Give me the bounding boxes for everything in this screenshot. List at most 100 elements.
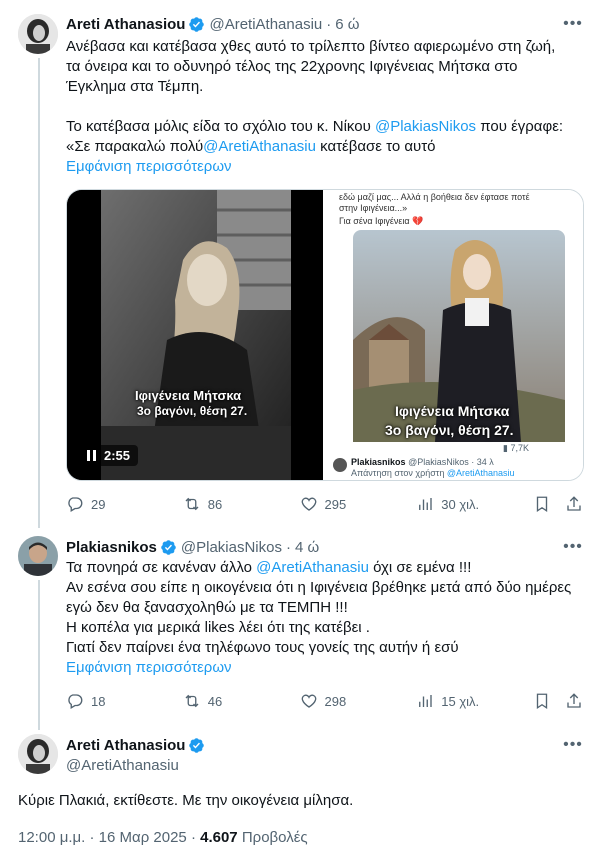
embedded-reply-to: Απάντηση στον χρήστη @AretiAthanasiu (351, 468, 515, 479)
tweet-handle-row: @AretiAthanasiu (66, 755, 179, 775)
text-line: Γιατί δεν παίρνει ένα τηλέφωνο τους γονε… (66, 639, 459, 656)
video-duration[interactable]: 2:55 (79, 445, 139, 466)
pause-icon[interactable] (87, 450, 96, 461)
embedded-views: ▮ 7,7K (503, 443, 529, 454)
share-icon[interactable] (565, 692, 583, 710)
tweet-time[interactable]: 6 ώ (335, 16, 359, 33)
text-line: τα όνειρα και το οδυνηρό τέλος της 22χρο… (66, 58, 518, 75)
more-icon[interactable]: ••• (563, 14, 583, 34)
views-label: Προβολές (241, 829, 308, 846)
text-line: Το κατέβασα μόλις είδα το σχόλιο του κ. … (66, 117, 579, 137)
tweet-header: Areti Athanasiou @AretiAthanasiu · 6 ώ (66, 14, 360, 34)
verified-badge-icon (161, 539, 176, 555)
views-icon (419, 695, 432, 707)
embedded-reply-header: Plakiasnikos @PlakiasNikos · 34 λ (351, 457, 494, 468)
verified-badge-icon (189, 16, 205, 32)
embedded-reply-avatar (333, 458, 347, 472)
like-button[interactable]: 298 (300, 692, 417, 710)
tweet-text: Ανέβασα και κατέβασα χθες αυτό το τρίλεπ… (66, 37, 579, 177)
text-segment: όχι σε εμένα !!! (368, 559, 472, 576)
retweet-button[interactable]: 86 (183, 495, 300, 513)
author-name[interactable]: Plakiasnikos (66, 539, 157, 556)
show-more-link[interactable]: Εμφάνιση περισσότερων (66, 157, 579, 177)
tweet-header: Areti Athanasiou (66, 735, 209, 755)
embedded-views-count: 7,7K (510, 443, 529, 453)
mention-link[interactable]: @PlakiasNikos (375, 118, 476, 135)
retweet-icon (185, 497, 199, 511)
avatar[interactable] (18, 14, 58, 54)
reply-button[interactable]: 18 (66, 692, 183, 710)
video-caption-seat: 3ο βαγόνι, θέση 27. (137, 404, 248, 418)
tweet-actions: 29 86 295 30 χιλ. (66, 493, 583, 515)
retweet-button[interactable]: 46 (183, 692, 300, 710)
bookmark-icon[interactable] (533, 692, 551, 710)
bookmark-icon[interactable] (533, 495, 551, 513)
embedded-reply-name: Plakiasnikos (351, 457, 406, 467)
text-line: Ανέβασα και κατέβασα χθες αυτό το τρίλεπ… (66, 38, 556, 55)
more-icon[interactable]: ••• (563, 537, 583, 557)
verified-badge-icon (189, 737, 205, 753)
more-icon[interactable]: ••• (563, 735, 583, 755)
mention-link[interactable]: @AretiAthanasiu (203, 138, 316, 155)
text-line: Έγκλημα στα Τέμπη. (66, 78, 204, 95)
views-count: 30 χιλ. (441, 496, 480, 512)
show-more-link[interactable]: Εμφάνιση περισσότερων (66, 658, 579, 678)
author-name[interactable]: Areti Athanasiou (66, 16, 185, 33)
video-caption-name: Ιφιγένεια Μήτσκα (135, 388, 242, 403)
thread-line (38, 580, 40, 730)
separator-dot: · (190, 829, 201, 846)
tweet-time[interactable]: 4 ώ (295, 539, 319, 556)
author-handle[interactable]: @PlakiasNikos (181, 539, 282, 556)
tweet-meta: 12:00 μ.μ. · 16 Μαρ 2025 · 4.607 Προβολέ… (18, 829, 308, 846)
duration-label: 2:55 (104, 448, 131, 463)
views-icon (419, 498, 432, 510)
video-frame (67, 190, 323, 480)
text-segment: Απάντηση στον χρήστη (351, 468, 447, 478)
thread-line (38, 58, 40, 528)
author-handle[interactable]: @AretiAthanasiu (209, 16, 322, 33)
views-count: 15 χιλ. (441, 693, 480, 709)
retweet-count: 86 (207, 496, 223, 512)
tweet-actions: 18 46 298 15 χιλ. (66, 690, 583, 712)
separator-dot: · (285, 538, 291, 556)
tweet-header: Plakiasnikos @PlakiasNikos · 4 ώ (66, 537, 319, 557)
separator-dot: · (326, 15, 332, 33)
reply-icon (68, 694, 83, 709)
action-right-group (533, 692, 583, 710)
tweet-date[interactable]: 16 Μαρ 2025 (99, 829, 187, 846)
embedded-caption-name: Ιφιγένεια Μήτσκα (395, 403, 510, 419)
like-icon (301, 694, 316, 708)
video-player[interactable]: Ιφιγένεια Μήτσκα 3ο βαγόνι, θέση 27. 2:5… (67, 190, 323, 480)
text-line: Η κοπέλα για μερικά likes λέει ότι της κ… (66, 619, 370, 636)
reply-icon (68, 497, 83, 512)
text-line: εγώ δεν θα ξανασχοληθώ με τα ΤΕΜΠΗ !!! (66, 599, 348, 616)
views-button[interactable]: 15 χιλ. (416, 692, 533, 710)
views-count: 4.607 (200, 829, 238, 846)
text-segment: κατέβασε το αυτό (315, 138, 436, 155)
text-line: Τα πονηρά σε κανέναν άλλο @AretiAthanasi… (66, 558, 579, 578)
tweet-time[interactable]: 12:00 μ.μ. (18, 829, 85, 846)
like-button[interactable]: 295 (300, 495, 417, 513)
retweet-icon (185, 694, 199, 708)
text-segment: Τα πονηρά σε κανέναν άλλο (66, 559, 257, 576)
text-line-empty (66, 97, 579, 117)
avatar[interactable] (18, 536, 58, 576)
reply-count: 29 (91, 496, 106, 512)
like-count: 295 (324, 496, 347, 512)
embedded-screenshot[interactable]: εδώ μαζί μας... Αλλά η βοήθεια δεν έφτασ… (323, 190, 583, 480)
embedded-mention: @AretiAthanasiu (446, 468, 515, 478)
views-button[interactable]: 30 χιλ. (416, 495, 533, 513)
embedded-caption-seat: 3ο βαγόνι, θέση 27. (385, 422, 514, 438)
author-name[interactable]: Areti Athanasiou (66, 737, 185, 754)
author-handle[interactable]: @AretiAthanasiu (66, 757, 179, 774)
tweet-text: Κύριε Πλακιά, εκτίθεστε. Με την οικογένε… (18, 792, 354, 809)
text-segment: που έγραφε: (476, 118, 564, 135)
text-line: «Σε παρακαλώ πολύ@AretiAthanasiu κατέβασ… (66, 137, 579, 157)
like-icon (301, 497, 316, 511)
embedded-reply-handle: @PlakiasNikos · 34 λ (408, 457, 494, 467)
reply-count: 18 (91, 693, 106, 709)
share-icon[interactable] (565, 495, 583, 513)
avatar[interactable] (18, 734, 58, 774)
reply-button[interactable]: 29 (66, 495, 183, 513)
mention-link[interactable]: @AretiAthanasiu (256, 559, 369, 576)
